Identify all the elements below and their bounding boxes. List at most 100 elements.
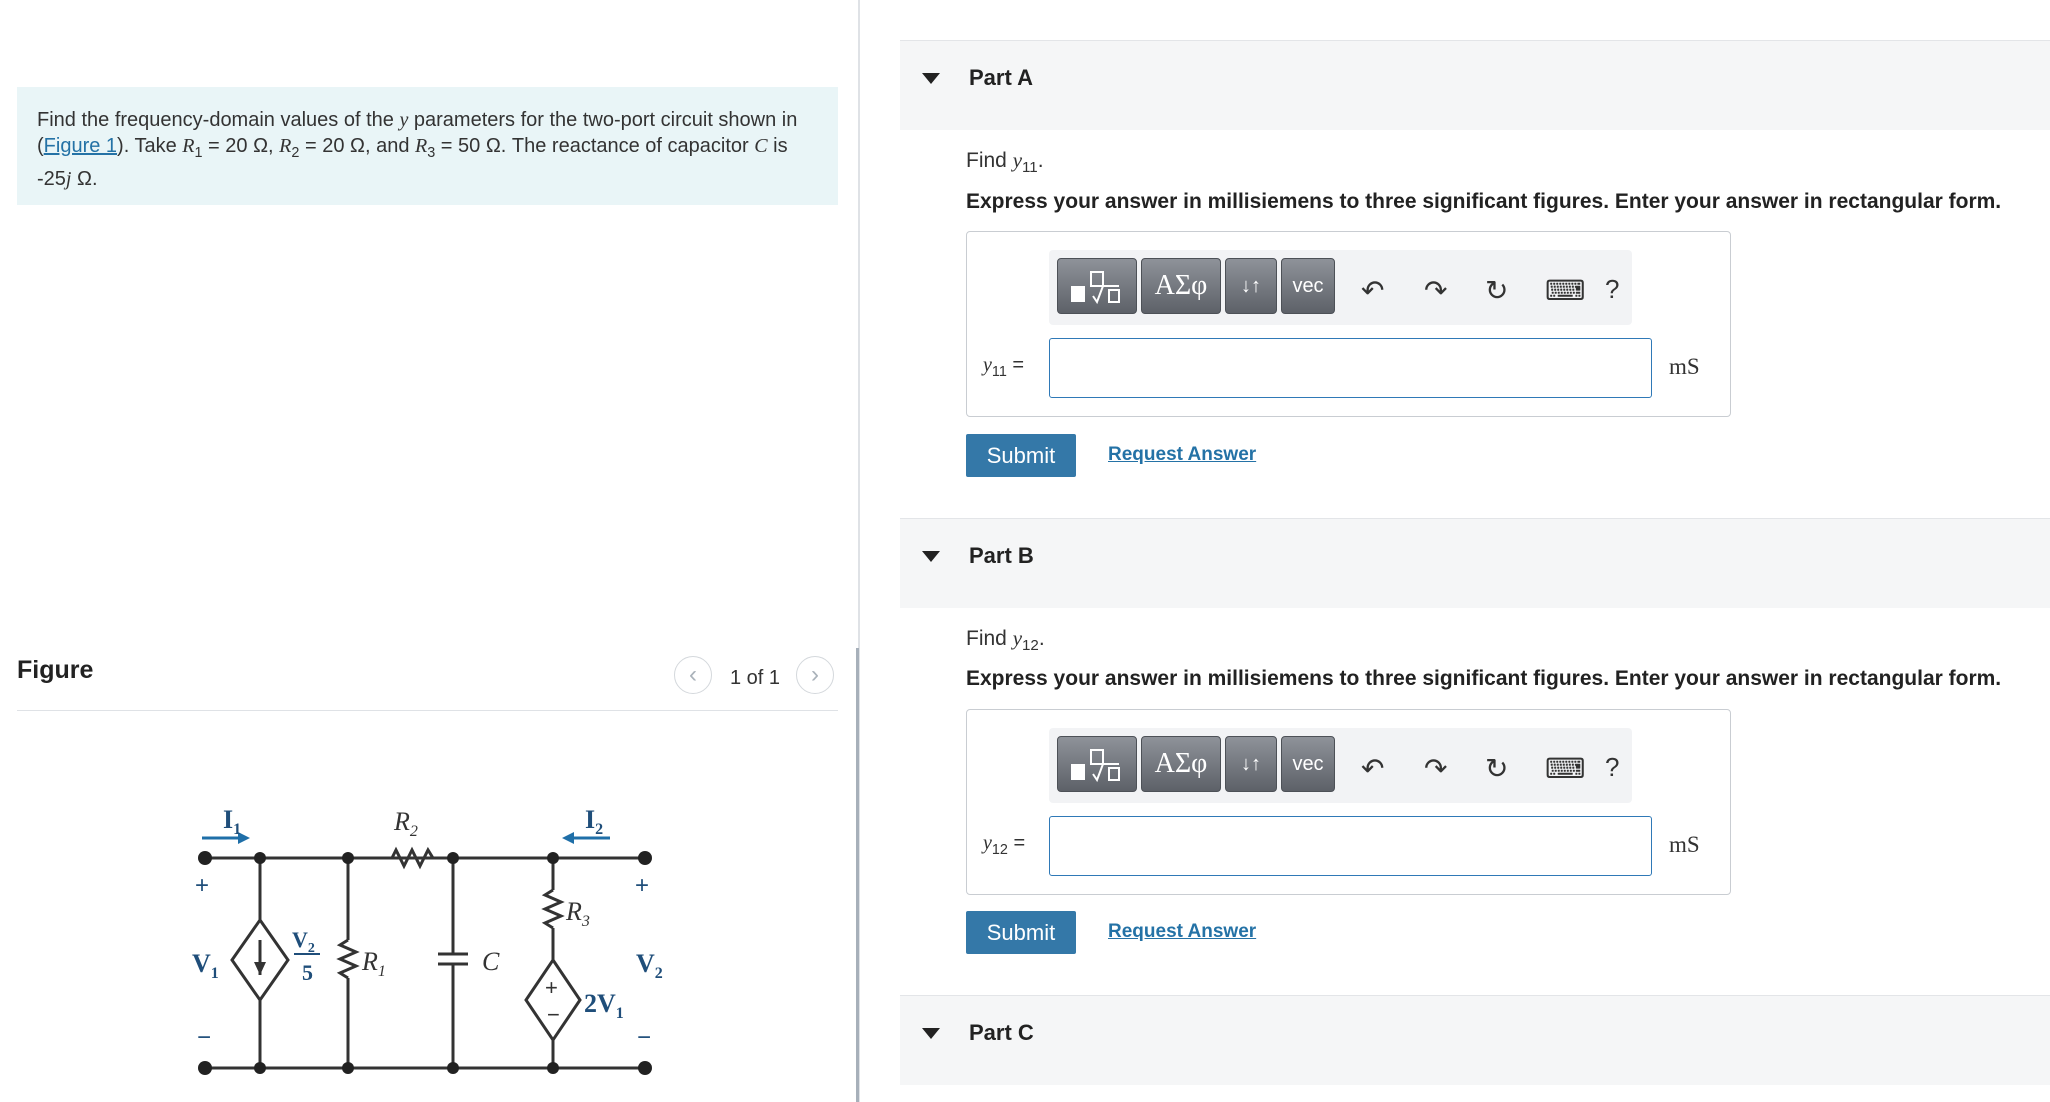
undo-icon[interactable]: ↶ [1361, 752, 1384, 785]
y-symbol: y [983, 354, 992, 376]
c-symbol: C [754, 135, 768, 157]
v2-label: V2 [636, 949, 663, 982]
v1-plus: + [195, 872, 209, 899]
r3-resistor [541, 888, 565, 930]
reset-icon[interactable]: ↻ [1485, 274, 1508, 307]
v2-plus: + [635, 872, 649, 899]
greek-symbols-button[interactable]: ΑΣφ [1141, 736, 1221, 792]
y-subscript: 12 [991, 842, 1008, 858]
y-symbol: y [1012, 148, 1023, 172]
figure-title: Figure [17, 656, 94, 684]
figure-pager-text: 1 of 1 [730, 667, 781, 689]
figure-1-link[interactable]: Figure 1 [44, 135, 117, 157]
arrows-button[interactable]: ↓↑ [1225, 258, 1277, 314]
column-divider-accent [856, 648, 859, 1102]
r2-label: R2 [393, 807, 418, 840]
part-a-answer-box: ΑΣφ ↓↑ vec ↶ ↷ ↻ ⌨ ? y11 = mS [966, 231, 1731, 417]
y-subscript: 11 [991, 364, 1007, 380]
greek-symbols-button[interactable]: ΑΣφ [1141, 258, 1221, 314]
y-symbol: y [399, 109, 409, 131]
find-end: . [1038, 627, 1045, 650]
part-a-submit-button[interactable]: Submit [966, 434, 1076, 477]
previous-figure-button[interactable]: ‹ [674, 656, 712, 694]
chevron-left-icon: ‹ [689, 661, 697, 688]
dependent-voltage-source [524, 957, 582, 1043]
part-b-answer-box: ΑΣφ ↓↑ vec ↶ ↷ ↻ ⌨ ? y12 = mS [966, 709, 1731, 895]
collapse-caret-icon[interactable] [922, 1028, 940, 1039]
r3-label: R3 [565, 897, 590, 930]
r3-value: = 50 Ω. The reactance of capacitor [435, 135, 755, 157]
part-b-title: Part B [969, 543, 1034, 568]
undo-icon[interactable]: ↶ [1361, 274, 1384, 307]
keyboard-icon[interactable]: ⌨ [1545, 274, 1585, 307]
unit-label: mS [1669, 354, 1700, 379]
part-a-header[interactable]: Part A [900, 40, 2050, 130]
r1-value: = 20 Ω, [202, 135, 280, 157]
i2-label: I2 [585, 805, 603, 838]
r3-symbol: R [415, 135, 428, 157]
find-text: Find [966, 149, 1013, 172]
next-figure-button[interactable]: › [796, 656, 834, 694]
redo-icon[interactable]: ↷ [1424, 274, 1447, 307]
answer-label: y11 = [983, 354, 1024, 380]
math-toolbar: ΑΣφ ↓↑ vec ↶ ↷ ↻ ⌨ ? [1049, 250, 1632, 325]
templates-button[interactable] [1057, 736, 1137, 792]
vector-button[interactable]: vec [1281, 736, 1335, 792]
y12-answer-input[interactable] [1049, 816, 1652, 876]
left-panel: Find the frequency-domain values of the … [0, 0, 858, 1102]
template-icon [1071, 271, 1120, 305]
part-a-request-answer-link[interactable]: Request Answer [1108, 444, 1256, 466]
part-b-submit-button[interactable]: Submit [966, 911, 1076, 954]
problem-text: Find the frequency-domain values of the [37, 109, 400, 131]
equals-sign: = [1006, 354, 1025, 376]
part-b-question: Find y12. [966, 626, 1045, 654]
source-denominator: 5 [302, 960, 313, 985]
terminal-1-top [198, 851, 212, 865]
y11-answer-input[interactable] [1049, 338, 1652, 398]
problem-text: Ω. [71, 168, 98, 190]
help-icon[interactable]: ? [1605, 274, 1619, 305]
templates-button[interactable] [1057, 258, 1137, 314]
equals-sign: = [1007, 832, 1026, 854]
template-icon [1071, 749, 1120, 783]
r1-symbol: R [182, 135, 195, 157]
r1-subscript: 1 [194, 145, 203, 161]
part-b-instructions: Express your answer in millisiemens to t… [966, 667, 2002, 690]
find-end: . [1037, 149, 1044, 172]
terminal-2-bottom [638, 1061, 652, 1075]
figure-divider [17, 710, 838, 711]
r2-symbol: R [279, 135, 292, 157]
collapse-caret-icon[interactable] [922, 73, 940, 84]
i1-label: I1 [223, 805, 241, 838]
unit-label: mS [1669, 832, 1700, 857]
part-a-title: Part A [969, 65, 1033, 90]
v1-minus: − [197, 1024, 211, 1051]
v1-label: V1 [192, 949, 219, 982]
math-toolbar: ΑΣφ ↓↑ vec ↶ ↷ ↻ ⌨ ? [1049, 728, 1632, 803]
collapse-caret-icon[interactable] [922, 551, 940, 562]
reset-icon[interactable]: ↻ [1485, 752, 1508, 785]
terminal-1-bottom [198, 1061, 212, 1075]
source-minus: − [547, 1002, 560, 1027]
y-subscript: 12 [1022, 637, 1039, 655]
y-symbol: y [983, 832, 992, 854]
part-c-header[interactable]: Part C [900, 995, 2050, 1085]
vector-button[interactable]: vec [1281, 258, 1335, 314]
part-b-header[interactable]: Part B [900, 518, 2050, 608]
part-a-instructions: Express your answer in millisiemens to t… [966, 190, 2002, 213]
terminal-2-top [638, 851, 652, 865]
problem-text: ). Take [117, 135, 183, 157]
part-c-title: Part C [969, 1020, 1034, 1045]
answer-label: y12 = [983, 832, 1025, 858]
two-port-circuit-diagram: I1 I2 V1 V2 V2 5 2V1 R2 R1 R3 C + − + − … [192, 805, 663, 1075]
source-plus: + [545, 975, 558, 1000]
part-a-question: Find y11. [966, 148, 1044, 176]
part-b-request-answer-link[interactable]: Request Answer [1108, 921, 1256, 943]
redo-icon[interactable]: ↷ [1424, 752, 1447, 785]
v2-minus: − [637, 1024, 651, 1051]
arrows-button[interactable]: ↓↑ [1225, 736, 1277, 792]
help-icon[interactable]: ? [1605, 752, 1619, 783]
y-subscript: 11 [1022, 159, 1038, 177]
keyboard-icon[interactable]: ⌨ [1545, 752, 1585, 785]
r2-value: = 20 Ω, and [299, 135, 415, 157]
